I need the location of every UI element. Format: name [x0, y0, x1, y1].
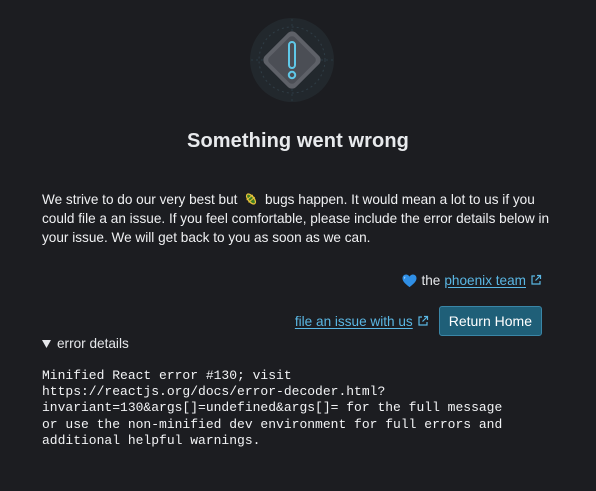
error-actions: file an issue with us Return Home	[295, 306, 542, 336]
file-issue-link-label: file an issue with us	[294, 313, 413, 329]
external-link-icon	[531, 274, 542, 285]
credit-prefix: the	[421, 273, 441, 288]
error-details-text: Minified React error #130; visit https:/…	[42, 368, 503, 448]
warning-diamond-icon	[250, 18, 334, 102]
page-title: Something went wrong	[187, 130, 409, 152]
triangle-down-icon	[42, 339, 51, 348]
error-details-toggle[interactable]: error details	[42, 336, 129, 351]
message-text-start: We strive to do our very best but	[42, 192, 238, 207]
return-home-button[interactable]: Return Home	[438, 306, 542, 336]
blue-heart-emoji	[402, 274, 417, 287]
external-link-icon	[418, 315, 428, 326]
phoenix-team-link[interactable]: phoenix team	[444, 273, 542, 288]
bug-emoji	[246, 193, 257, 205]
phoenix-team-link-label: phoenix team	[444, 273, 526, 288]
file-issue-link[interactable]: file an issue with us	[295, 314, 429, 329]
credit-line: the phoenix team	[402, 273, 542, 288]
error-details-label: error details	[57, 336, 129, 351]
error-page: Something went wrong We strive to do our…	[0, 0, 596, 491]
error-message-paragraph: We strive to do our very best but bugs h…	[42, 190, 562, 247]
